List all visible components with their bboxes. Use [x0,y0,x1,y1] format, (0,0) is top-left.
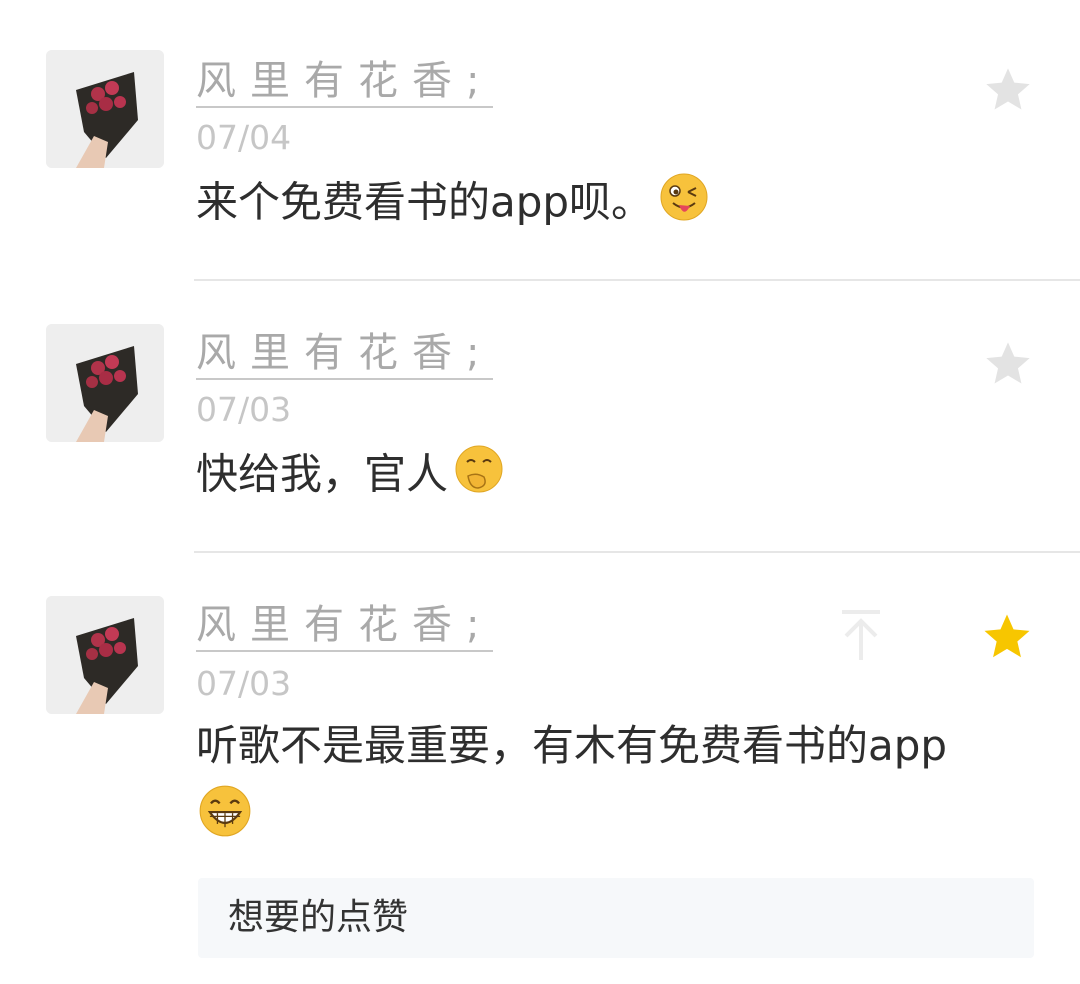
reply-text: 想要的点赞 [228,897,409,938]
comment-date: 07/03 [196,664,292,703]
winking-tongue-emoji-icon [659,172,709,238]
comment-text-row: 来个免费看书的app呗。 [196,172,709,238]
star-icon[interactable] [982,64,1034,116]
reply-box[interactable]: 想要的点赞 [198,878,1034,958]
comment-text: 快给我，官人 [196,449,449,499]
comment-date: 07/04 [196,118,292,157]
comment-item: 风里有花香; 07/03 快给我，官人 [0,280,1080,552]
bouquet-image [46,324,164,442]
comment-text: 来个免费看书的app呗。 [196,177,654,227]
pin-to-top-icon[interactable] [836,608,886,664]
grinning-emoji-icon [198,784,252,854]
comment-date: 07/03 [196,390,292,429]
comment-text-row [196,784,252,854]
avatar[interactable] [46,596,164,714]
comment-text-row: 快给我，官人 [196,444,504,510]
username-link[interactable]: 风里有花香; [196,602,494,652]
thinking-hand-emoji-icon [454,444,504,510]
bouquet-image [46,596,164,714]
star-icon[interactable] [982,338,1034,390]
username-link[interactable]: 风里有花香; [196,330,494,380]
bouquet-image [46,50,164,168]
comment-text: 听歌不是最重要，有木有免费看书的app [196,721,948,770]
username-link[interactable]: 风里有花香; [196,58,494,108]
star-icon[interactable] [980,610,1032,662]
avatar[interactable] [46,50,164,168]
avatar[interactable] [46,324,164,442]
comment-item: 风里有花香; 07/04 来个免费看书的app呗。 [0,0,1080,280]
